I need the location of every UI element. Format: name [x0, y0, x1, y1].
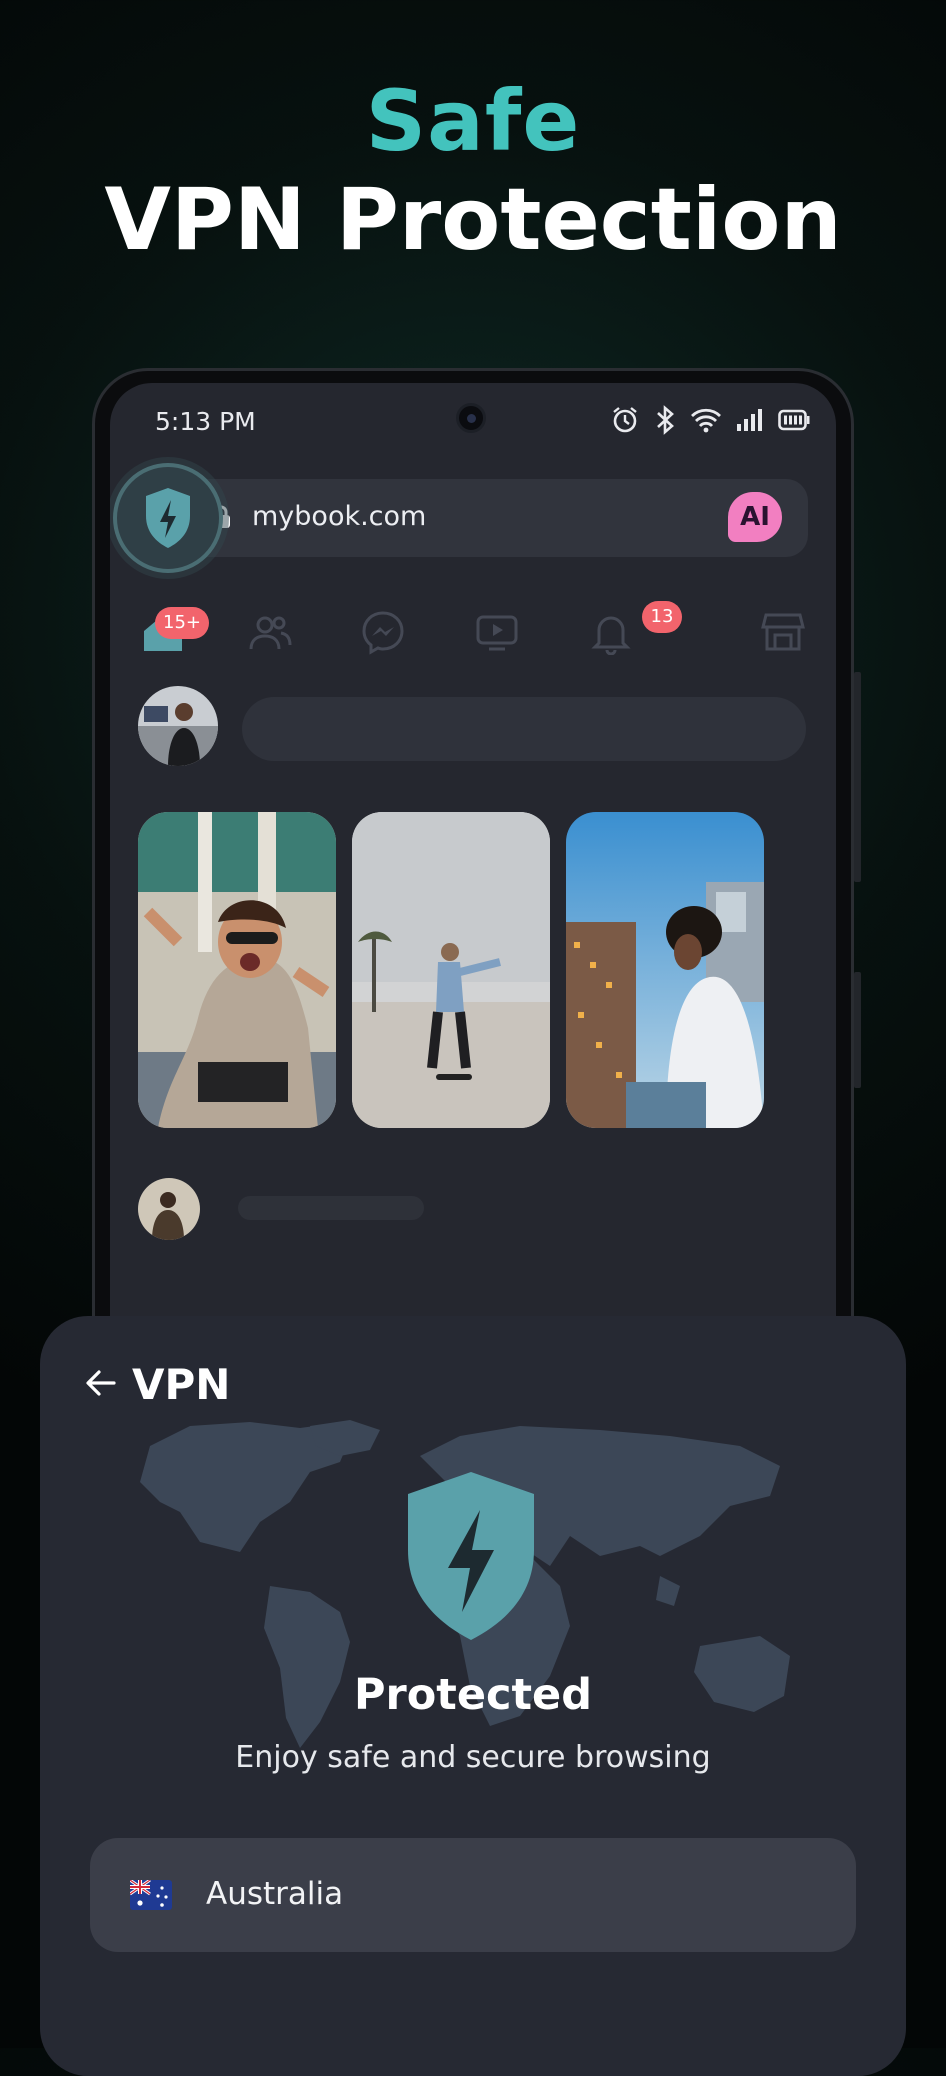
vpn-shield-icon — [408, 1472, 534, 1640]
vpn-subtitle: Enjoy safe and secure browsing — [235, 1740, 711, 1775]
post-author-avatar[interactable] — [138, 1178, 200, 1240]
marketplace-icon — [761, 613, 805, 651]
story-card[interactable] — [566, 812, 764, 1128]
notifications-badge: 13 — [642, 601, 682, 633]
user-avatar[interactable] — [138, 686, 218, 766]
friends-icon — [249, 616, 292, 650]
tab-notifications[interactable] — [588, 609, 634, 656]
status-icons — [610, 405, 810, 439]
tab-messenger[interactable] — [360, 609, 406, 655]
vpn-shield-icon — [146, 488, 190, 548]
alarm-icon — [610, 405, 640, 439]
url-text[interactable]: mybook.com — [252, 501, 426, 532]
tab-marketplace[interactable] — [760, 609, 806, 655]
country-selector[interactable]: Australia — [90, 1838, 856, 1952]
back-button[interactable] — [84, 1366, 118, 1404]
wifi-icon — [690, 407, 722, 437]
battery-icon — [778, 409, 810, 435]
vpn-shield-button[interactable] — [113, 463, 223, 573]
vpn-status: Protected — [354, 1670, 592, 1720]
bell-icon — [591, 616, 631, 656]
vpn-header: VPN — [84, 1360, 230, 1409]
story-card[interactable] — [138, 812, 336, 1128]
tab-friends[interactable] — [247, 609, 293, 655]
bluetooth-icon — [654, 405, 676, 439]
front-camera — [456, 403, 486, 433]
tab-nav: 15+ 13 — [110, 601, 836, 681]
post-placeholder-line — [238, 1196, 424, 1220]
headline-main: VPN Protection — [104, 170, 842, 270]
post-composer[interactable] — [242, 697, 806, 761]
country-name[interactable]: Australia — [206, 1876, 343, 1912]
volume-button — [854, 672, 861, 882]
home-badge: 15+ — [155, 607, 209, 639]
vpn-title: VPN — [132, 1360, 231, 1409]
tab-video[interactable] — [474, 609, 520, 655]
headline-accent: Safe — [365, 72, 581, 170]
ai-button[interactable]: AI — [728, 492, 782, 542]
signal-icon — [736, 408, 764, 436]
story-card[interactable] — [352, 812, 550, 1128]
messenger-icon — [362, 611, 404, 655]
arrow-left-icon — [86, 1369, 116, 1396]
status-time: 5:13 PM — [155, 407, 256, 436]
address-bar[interactable]: mybook.com AI — [170, 479, 808, 557]
vpn-sheet: VPN Protected Enjoy safe and secure brow… — [40, 1316, 906, 2076]
australia-flag-icon — [130, 1880, 172, 1910]
video-icon — [476, 615, 518, 651]
power-button — [854, 972, 861, 1088]
